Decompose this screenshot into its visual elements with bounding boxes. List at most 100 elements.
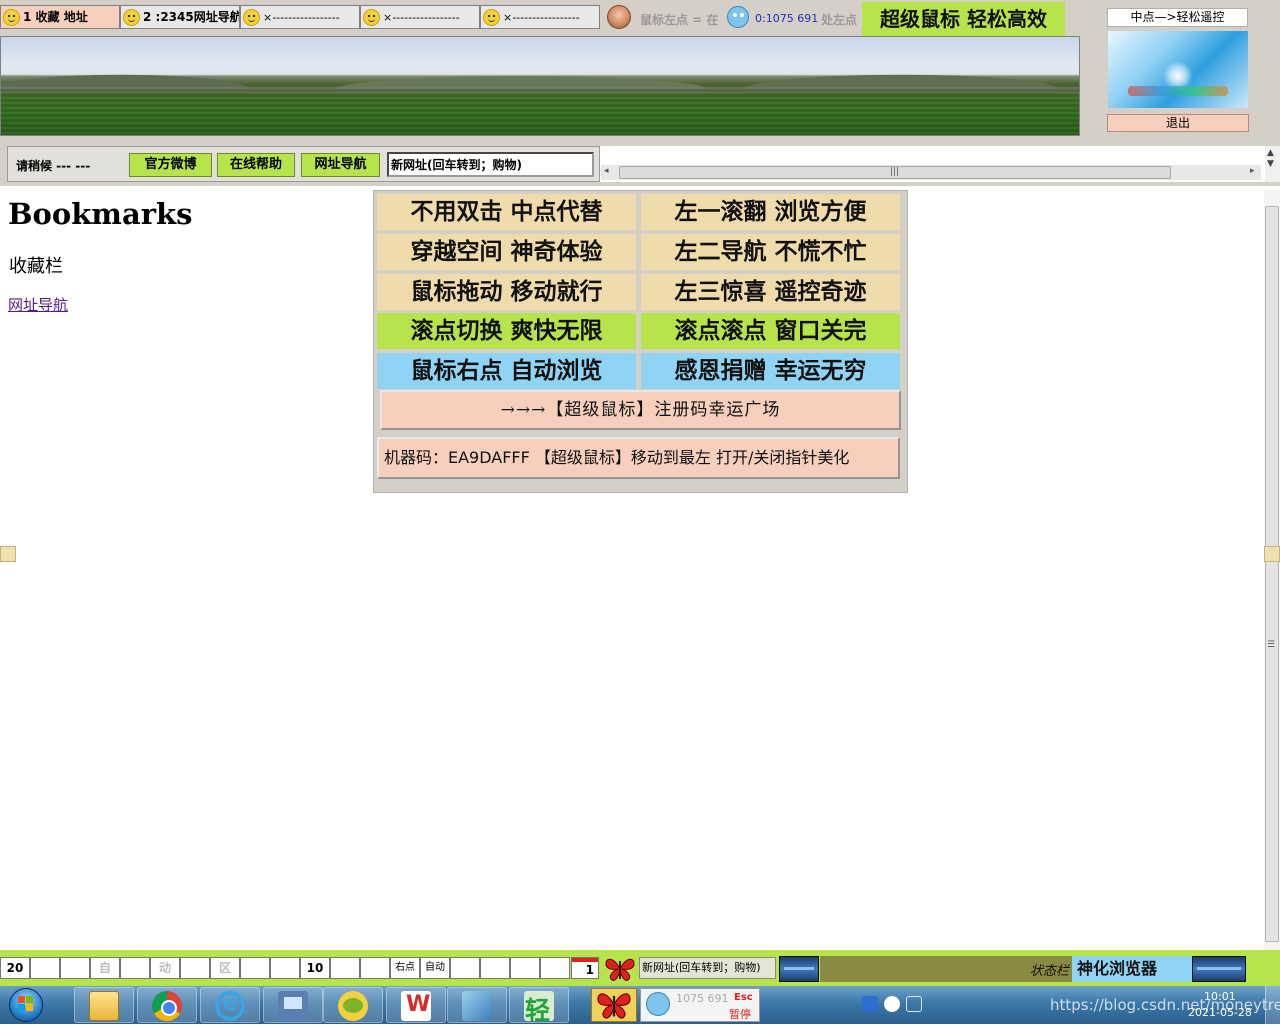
tab-5[interactable]: ×----------------- bbox=[480, 5, 600, 29]
status-cell[interactable] bbox=[180, 957, 210, 979]
tab-3[interactable]: ×----------------- bbox=[240, 5, 360, 29]
smiley-icon bbox=[3, 9, 20, 26]
feature-button[interactable]: 左一滚翻 浏览方便 bbox=[641, 194, 900, 230]
smiley-icon bbox=[363, 9, 380, 26]
taskbar-notes[interactable] bbox=[447, 987, 507, 1023]
spin-arrows-icon[interactable]: ▲ ▼ bbox=[1267, 148, 1274, 170]
feature-button[interactable]: 滚点切换 爽快无限 bbox=[377, 313, 636, 349]
butterfly-icon[interactable] bbox=[604, 955, 636, 983]
drag-handle[interactable] bbox=[0, 546, 16, 562]
status-cell[interactable] bbox=[120, 957, 150, 979]
brand-label: 神化浏览器 bbox=[1072, 956, 1192, 982]
status-cell[interactable]: 右点 bbox=[390, 957, 420, 979]
tab-label: 1 收藏 地址 bbox=[23, 10, 88, 24]
taskbar-explorer[interactable] bbox=[74, 987, 134, 1023]
feature-button[interactable]: 滚点滚点 窗口关完 bbox=[641, 313, 900, 349]
bird-icon bbox=[727, 6, 749, 28]
status-cell[interactable] bbox=[450, 957, 480, 979]
tab-1[interactable]: 1 收藏 地址 bbox=[0, 5, 120, 29]
mouse-position-text: 鼠标左点 = 在 bbox=[640, 13, 719, 27]
taskbar-qing-app[interactable] bbox=[509, 987, 569, 1027]
tab-2[interactable]: 2 :2345网址导航 bbox=[120, 5, 240, 29]
status-cell[interactable] bbox=[30, 957, 60, 979]
status-cell[interactable]: 动 bbox=[150, 957, 180, 979]
status-cell[interactable]: 20 bbox=[0, 957, 30, 979]
status-cell[interactable]: 区 bbox=[210, 957, 240, 979]
nav-button[interactable]: 网址导航 bbox=[301, 153, 380, 177]
status-label: 状态栏 bbox=[1030, 964, 1070, 979]
grip-icon: ☰ bbox=[1267, 640, 1276, 650]
tray-menu-icon[interactable] bbox=[906, 996, 922, 1012]
taskbar-remote-desktop[interactable] bbox=[263, 987, 323, 1023]
status-cell[interactable] bbox=[330, 957, 360, 979]
feature-button[interactable]: 鼠标拖动 移动就行 bbox=[377, 274, 636, 310]
loading-text: 请稍候 --- --- bbox=[16, 159, 91, 173]
wechat-icon bbox=[338, 991, 368, 1021]
ie-icon bbox=[215, 991, 245, 1021]
status-cell[interactable] bbox=[360, 957, 390, 979]
clock-date[interactable]: 2021-05-28 bbox=[1188, 1006, 1252, 1019]
tab-label: ×----------------- bbox=[263, 11, 340, 24]
tab-4[interactable]: ×----------------- bbox=[360, 5, 480, 29]
feature-button[interactable]: 感恩捐赠 幸运无穷 bbox=[641, 353, 900, 389]
status-cell[interactable] bbox=[540, 957, 570, 979]
pause-button[interactable]: 暂停 bbox=[729, 1006, 751, 1022]
url-input[interactable] bbox=[387, 152, 594, 177]
screen-icon[interactable] bbox=[1192, 956, 1246, 982]
feature-button[interactable]: 鼠标右点 自动浏览 bbox=[377, 353, 636, 389]
help-button[interactable]: 在线帮助 bbox=[217, 153, 295, 177]
smiley-icon bbox=[483, 9, 500, 26]
status-cell[interactable] bbox=[510, 957, 540, 979]
feature-button[interactable]: 左二导航 不慌不忙 bbox=[641, 234, 900, 270]
feature-button[interactable]: 左三惊喜 遥控奇迹 bbox=[641, 274, 900, 310]
status-url-text: 新网址(回车转到；购物) bbox=[639, 957, 776, 979]
banner-image bbox=[0, 36, 1080, 136]
taskbar-ie[interactable] bbox=[200, 987, 260, 1023]
status-cell[interactable] bbox=[240, 957, 270, 979]
avatar bbox=[607, 5, 631, 29]
chrome-icon bbox=[152, 991, 182, 1021]
status-cell[interactable] bbox=[480, 957, 510, 979]
tab-label: 2 :2345网址导航 bbox=[143, 10, 240, 24]
machine-code-bar[interactable]: 机器码：EA9DAFFF 【超级鼠标】移动到最左 打开/关闭指针美化 bbox=[377, 437, 900, 479]
feature-button[interactable]: 穿越空间 神奇体验 bbox=[377, 234, 636, 270]
tab-label: ×----------------- bbox=[383, 11, 460, 24]
wps-icon bbox=[401, 991, 431, 1021]
tab-label: ×----------------- bbox=[503, 11, 580, 24]
drag-handle[interactable] bbox=[1264, 546, 1280, 562]
remote-title[interactable]: 中点—>轻松遥控 bbox=[1107, 8, 1248, 27]
taskbar-butterfly[interactable] bbox=[591, 988, 637, 1022]
calendar-icon[interactable]: 1 bbox=[571, 957, 599, 979]
location-text: 处左点 bbox=[821, 13, 858, 27]
input-method-icon[interactable] bbox=[862, 996, 878, 1012]
status-cell[interactable]: 10 bbox=[300, 957, 330, 979]
status-cell[interactable]: 自 bbox=[90, 957, 120, 979]
show-desktop-button[interactable] bbox=[1265, 986, 1280, 1024]
weibo-button[interactable]: 官方微博 bbox=[129, 153, 212, 177]
taskbar-chrome[interactable] bbox=[137, 987, 197, 1023]
status-cell[interactable]: 自动 bbox=[420, 957, 450, 979]
scroll-left-arrow-icon[interactable]: ◂ bbox=[604, 166, 609, 176]
status-cell[interactable] bbox=[270, 957, 300, 979]
smiley-icon bbox=[243, 9, 260, 26]
help-icon[interactable] bbox=[884, 996, 900, 1012]
esc-label[interactable]: Esc bbox=[734, 992, 753, 1003]
scroll-right-arrow-icon[interactable]: ▸ bbox=[1250, 166, 1255, 176]
taskbar-wps[interactable] bbox=[386, 987, 446, 1023]
status-cell[interactable] bbox=[60, 957, 90, 979]
remote-desktop-icon bbox=[278, 991, 308, 1021]
clock-time[interactable]: 10:01 bbox=[1204, 990, 1236, 1003]
vertical-scroll-thumb[interactable] bbox=[1265, 206, 1279, 942]
feature-button[interactable]: 不用双击 中点代替 bbox=[377, 194, 636, 230]
hills-graphic bbox=[1, 67, 1079, 89]
register-button[interactable]: →→→【超级鼠标】注册码幸运广场 bbox=[380, 390, 901, 430]
slogan: 超级鼠标 轻松高效 bbox=[862, 2, 1065, 36]
nav-link[interactable]: 网址导航 bbox=[8, 294, 68, 315]
tray-coordinates: 1075 691 bbox=[676, 992, 729, 1005]
exit-button[interactable]: 退出 bbox=[1107, 114, 1249, 132]
smiley-icon bbox=[123, 9, 140, 26]
screen-icon[interactable] bbox=[779, 956, 819, 982]
taskbar-wechat[interactable] bbox=[323, 987, 383, 1023]
folder-icon bbox=[89, 991, 119, 1021]
favorites-label: 收藏栏 bbox=[9, 256, 63, 277]
